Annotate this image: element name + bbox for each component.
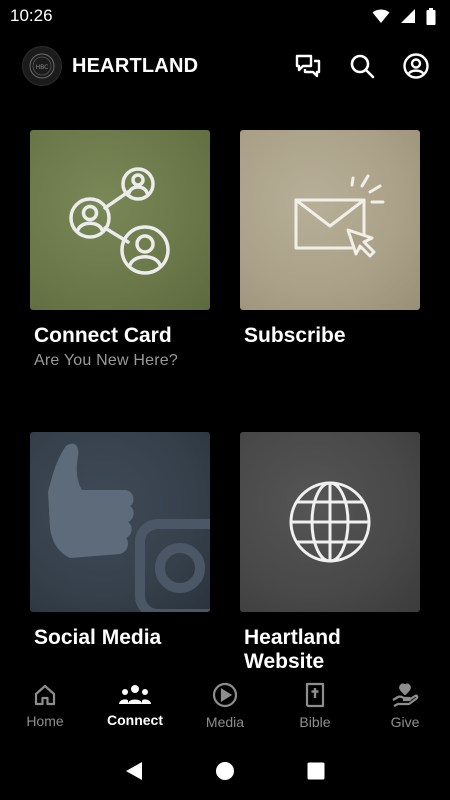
thumbs-up-camera-icon	[48, 443, 210, 612]
back-triangle-icon	[125, 762, 142, 780]
status-bar: 10:26	[0, 0, 450, 32]
status-icons	[372, 7, 436, 25]
nav-media[interactable]: Media	[180, 672, 270, 740]
logo-letters: HBC	[36, 64, 49, 71]
nav-home[interactable]: Home	[0, 672, 90, 740]
recents-button[interactable]	[301, 756, 331, 786]
give-hand-heart-icon	[392, 683, 419, 707]
card-subscribe[interactable]: Subscribe	[240, 130, 420, 348]
nav-label-give: Give	[390, 714, 420, 730]
nav-connect[interactable]: Connect	[90, 672, 180, 740]
battery-icon	[426, 7, 436, 25]
nav-label-connect: Connect	[107, 712, 163, 728]
card-heartland-website[interactable]: Heartland Website	[240, 432, 420, 670]
nav-label-media: Media	[205, 714, 245, 730]
back-button[interactable]	[119, 756, 149, 786]
home-icon	[34, 684, 56, 706]
nav-label-home: Home	[26, 713, 64, 729]
card-title: Connect Card	[34, 324, 172, 347]
profile-button[interactable]	[402, 52, 430, 80]
header-actions	[294, 52, 430, 80]
play-circle-icon	[212, 682, 238, 708]
card-connect-card[interactable]: Connect Card Are You New Here?	[30, 130, 210, 370]
nav-label-bible: Bible	[299, 714, 331, 730]
card-thumbnail	[240, 432, 420, 612]
signal-icon	[401, 9, 415, 23]
search-button[interactable]	[348, 52, 376, 80]
card-thumbnail	[240, 130, 420, 310]
church-logo: HBC	[22, 46, 62, 86]
envelope-click-icon	[294, 174, 385, 258]
account-circle-icon	[403, 53, 429, 79]
home-system-button[interactable]	[210, 756, 240, 786]
search-icon	[350, 54, 375, 79]
chat-icon	[295, 54, 321, 78]
wifi-icon	[372, 9, 390, 23]
chat-button[interactable]	[294, 52, 322, 80]
card-thumbnail	[30, 432, 210, 612]
system-nav-bar	[0, 742, 450, 800]
bible-icon	[305, 682, 325, 708]
logo-emblem-icon: HBC	[29, 53, 55, 79]
nav-bible[interactable]: Bible	[270, 672, 360, 740]
share-people-icon	[69, 167, 170, 275]
connect-grid: Connect Card Are You New Here? Subscribe	[30, 130, 420, 670]
recents-square-icon	[307, 762, 325, 780]
nav-give[interactable]: Give	[360, 672, 450, 740]
home-circle-icon	[215, 762, 234, 780]
card-social-media[interactable]: Social Media	[30, 432, 210, 650]
card-subtitle: Are You New Here?	[34, 352, 178, 369]
app-header: HBC HEARTLAND	[0, 44, 450, 88]
app-title: HEARTLAND	[72, 54, 199, 77]
globe-icon	[289, 481, 371, 563]
bottom-nav: Home Connect Media Bible Give	[0, 672, 450, 740]
card-title: Heartland Website	[244, 626, 341, 670]
card-title: Subscribe	[244, 324, 346, 347]
status-time: 10:26	[10, 6, 53, 25]
group-icon	[119, 685, 151, 704]
card-thumbnail	[30, 130, 210, 310]
card-title: Social Media	[34, 626, 162, 649]
